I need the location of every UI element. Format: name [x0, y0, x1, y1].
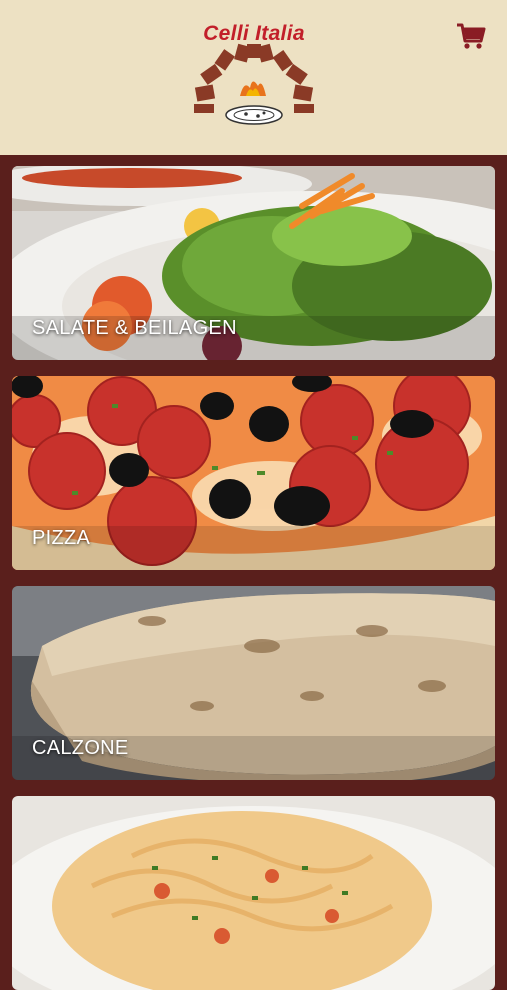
category-card-salate[interactable]: SALATE & BEILAGEN: [12, 166, 495, 360]
brick-oven-icon: [194, 43, 314, 125]
pasta-photo: [12, 796, 495, 990]
category-card-pasta[interactable]: [12, 796, 495, 990]
category-label: CALZONE: [32, 737, 129, 759]
category-label: SALATE & BEILAGEN: [32, 317, 237, 339]
category-card-pizza[interactable]: PIZZA: [12, 376, 495, 570]
shopping-cart-icon[interactable]: [455, 20, 487, 52]
celli-italia-logo[interactable]: Celli Italia: [188, 20, 320, 132]
category-list: SALATE & BEILAGEN PIZZA CALZONE: [0, 155, 507, 990]
category-card-calzone[interactable]: CALZONE: [12, 586, 495, 780]
category-label: PIZZA: [32, 527, 91, 549]
app-header: Celli Italia: [0, 0, 507, 155]
